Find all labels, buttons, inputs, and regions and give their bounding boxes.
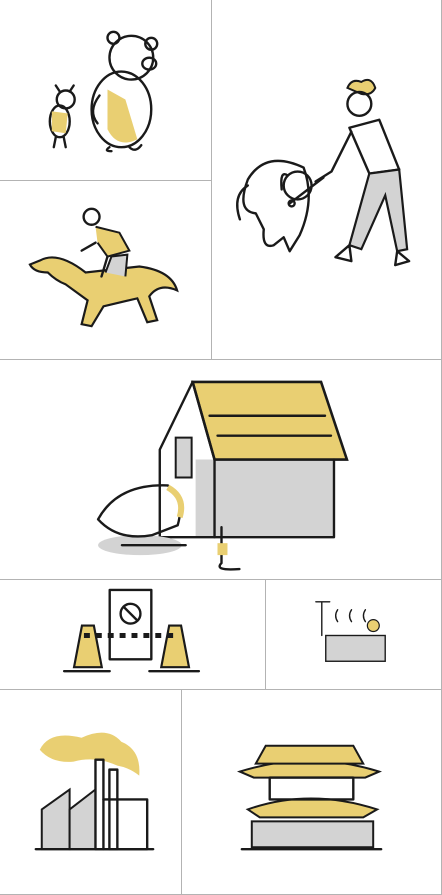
man-playing-with-dog-icon	[236, 78, 411, 267]
pooh-and-piglet-icon	[48, 30, 159, 153]
illustration-cell-jockey[interactable]	[0, 181, 212, 360]
illustration-cell-doghouse[interactable]	[0, 360, 442, 580]
jockey-horse-racing-icon	[28, 207, 179, 328]
illustration-cell-factory[interactable]	[0, 690, 182, 895]
dog-in-doghouse-icon	[96, 380, 349, 571]
factory-smoke-icon	[34, 732, 155, 851]
illustration-grid	[0, 0, 442, 895]
illustration-cell-barrier[interactable]	[0, 580, 266, 690]
illustration-cell-man-dog[interactable]	[212, 0, 442, 360]
no-entry-barrier-icon	[62, 588, 201, 673]
illustration-cell-temple[interactable]	[182, 690, 442, 895]
illustration-cell-pooh[interactable]	[0, 0, 212, 181]
illustration-cell-bath[interactable]	[266, 580, 442, 690]
japanese-temple-icon	[236, 744, 383, 851]
bath-shower-icon	[315, 601, 386, 662]
